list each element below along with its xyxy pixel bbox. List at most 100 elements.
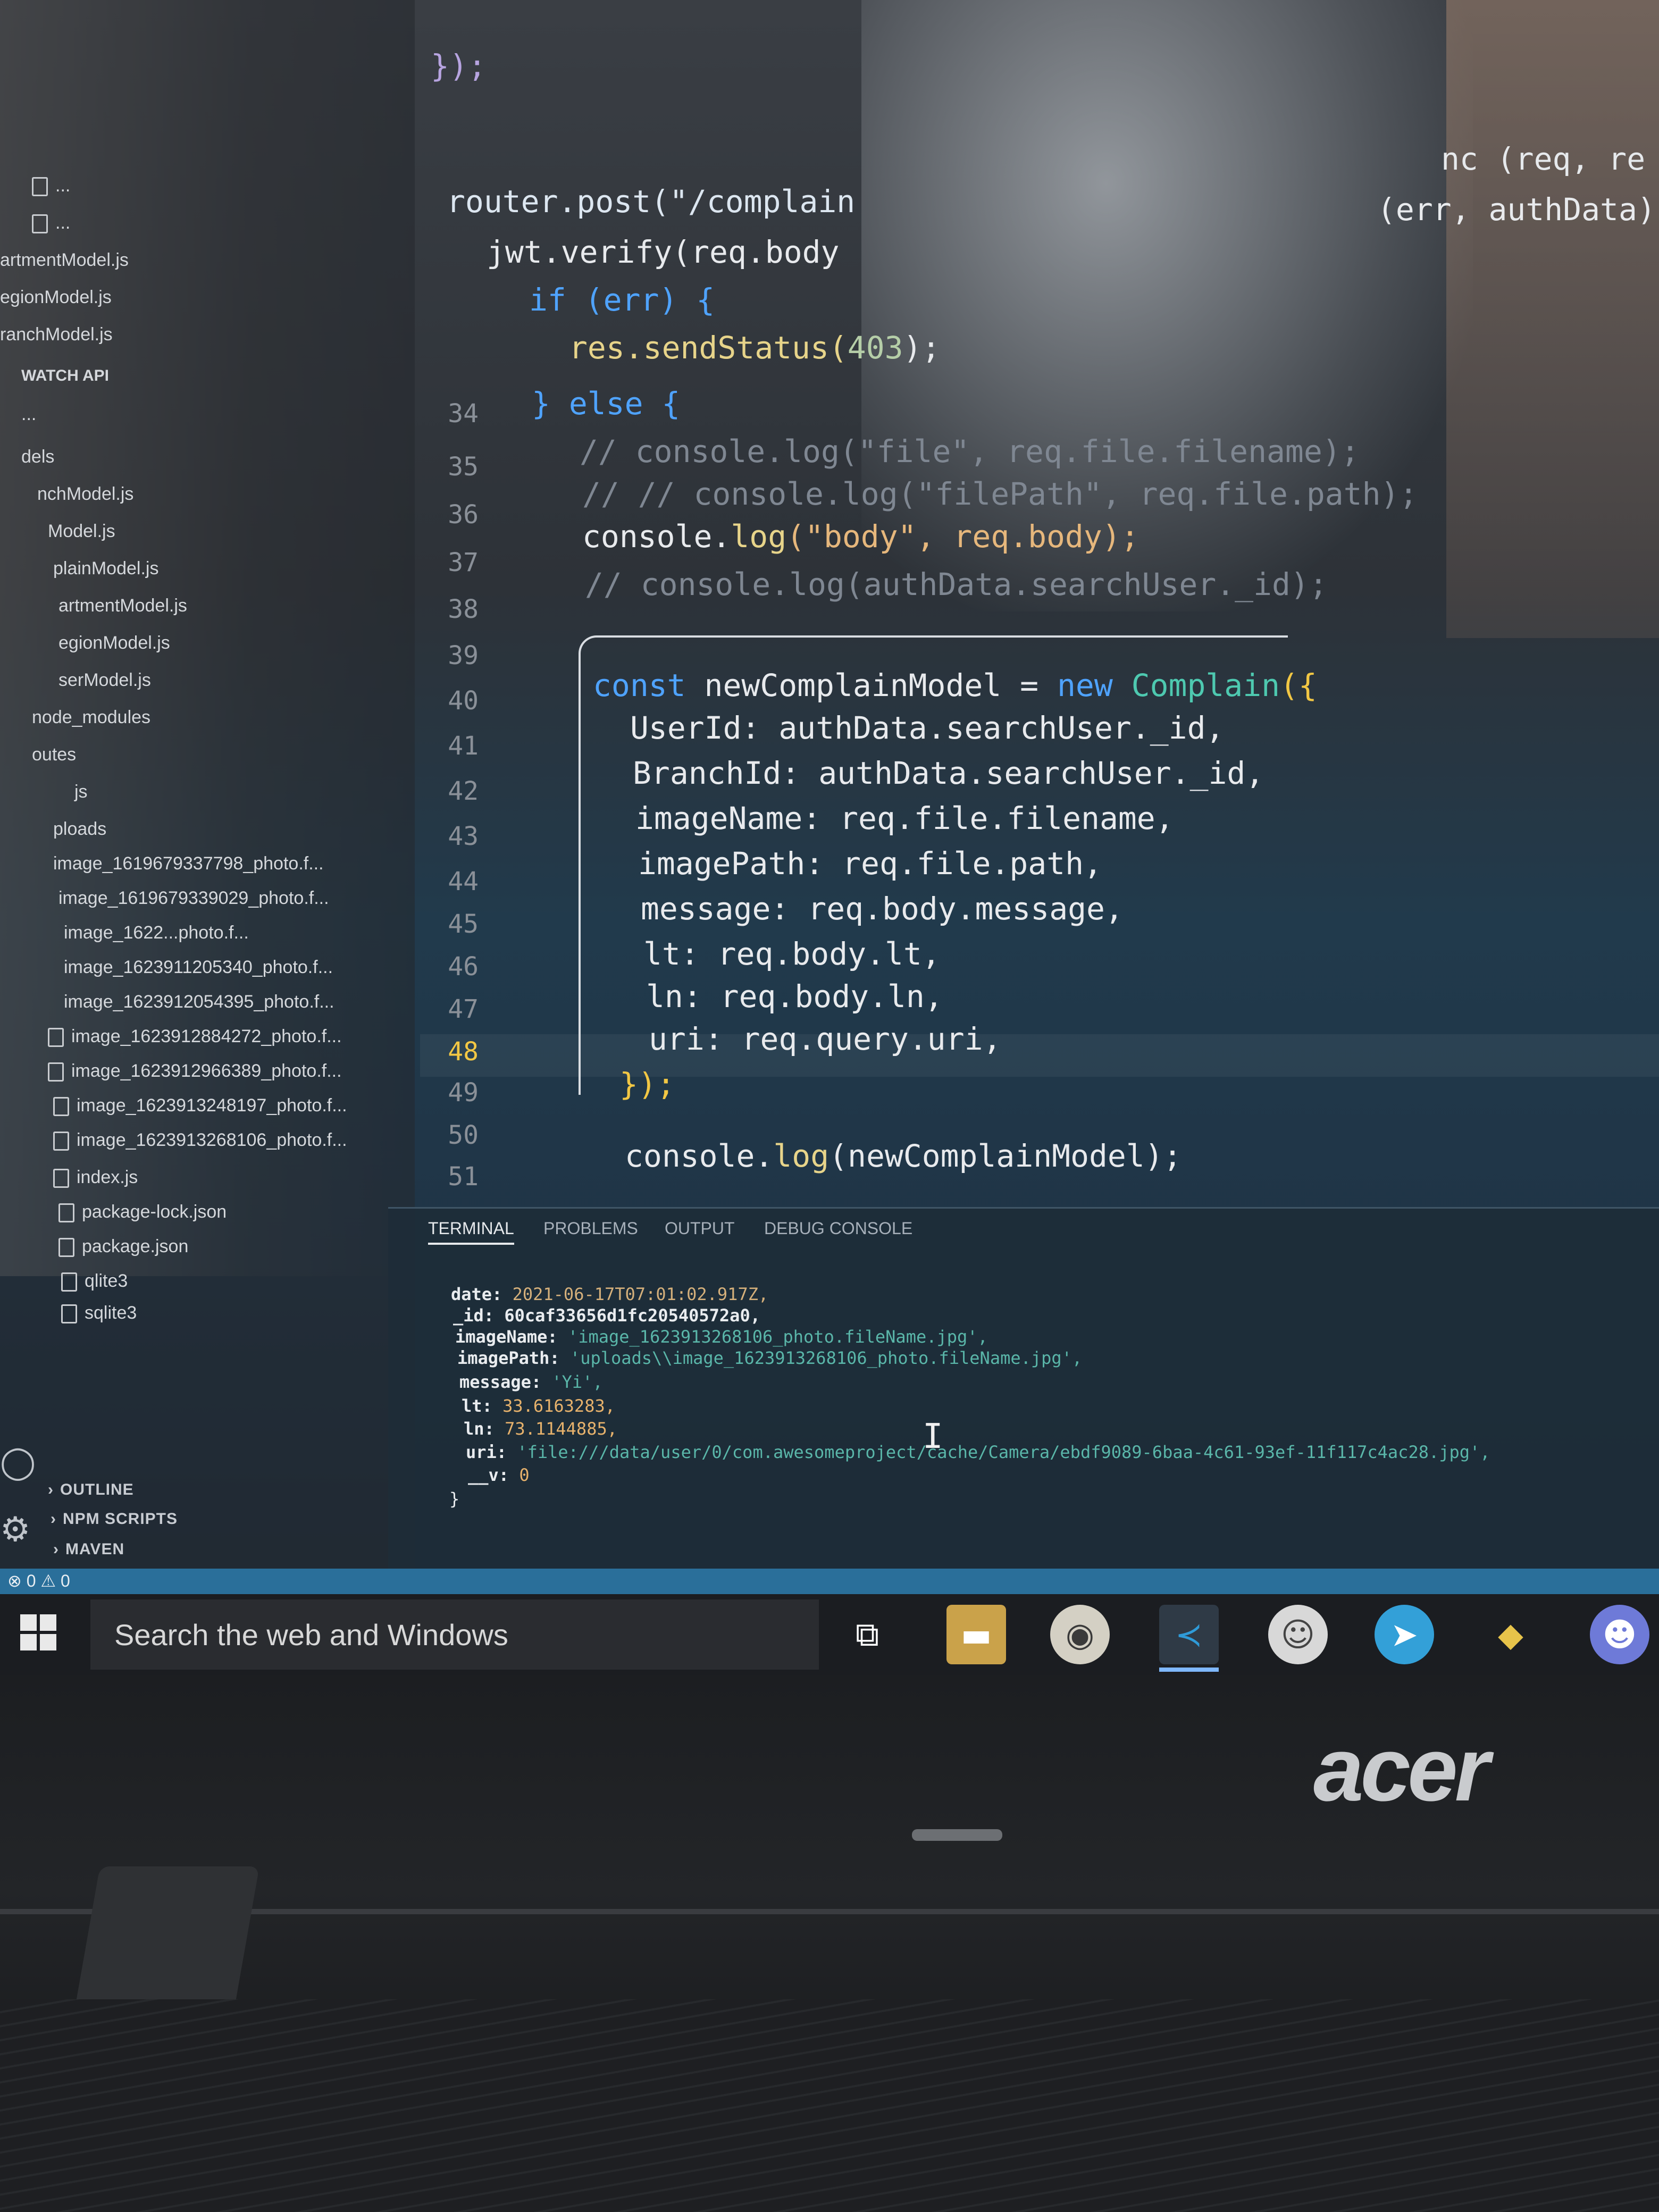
explorer-item[interactable]: ... [32, 175, 70, 197]
line-number: 38 [448, 594, 479, 624]
explorer-item[interactable]: image_1623913248197_photo.f... [53, 1095, 347, 1117]
file-explorer-icon[interactable]: ▬ [946, 1605, 1006, 1664]
explorer-folder[interactable]: node_modules [32, 707, 150, 728]
explorer-item[interactable]: nchModel.js [37, 484, 133, 505]
task-view-icon[interactable]: ⧉ [837, 1605, 897, 1664]
line-number: 42 [448, 776, 479, 806]
chat-app-icon[interactable]: ☺ [1268, 1605, 1328, 1664]
tab-problems[interactable]: PROBLEMS [543, 1219, 638, 1238]
explorer-item[interactable]: egionModel.js [58, 633, 170, 653]
maven-section[interactable]: › MAVEN [53, 1540, 124, 1559]
code-line: UserId: authData.searchUser._id, [630, 710, 1225, 746]
line-number: 36 [448, 500, 479, 530]
explorer-item[interactable]: image_1623911205340_photo.f... [64, 957, 333, 978]
explorer-item[interactable]: image_1623912054395_photo.f... [64, 992, 334, 1012]
explorer-folder[interactable]: dels [21, 447, 54, 467]
account-icon[interactable]: ◯ [0, 1444, 36, 1481]
code-line: res.sendStatus(403); [569, 330, 941, 366]
chevron-right-icon: › [48, 1481, 54, 1498]
status-bar [0, 1569, 1659, 1594]
tab-terminal[interactable]: TERMINAL [428, 1219, 514, 1245]
explorer-item[interactable]: image_1623912966389_photo.f... [48, 1061, 342, 1082]
explorer-folder[interactable]: ploads [53, 819, 106, 840]
explorer-item[interactable]: artmentModel.js [0, 250, 129, 271]
explorer-item[interactable]: qlite3 [61, 1271, 128, 1292]
code-comment: // console.log("file", req.file.filename… [580, 433, 1360, 470]
code-line: imagePath: req.file.path, [638, 845, 1102, 882]
code-line: BranchId: authData.searchUser._id, [633, 755, 1264, 791]
chevron-right-icon: › [51, 1510, 56, 1528]
code-line: const newComplainModel = new Complain({ [593, 667, 1317, 703]
tab-output[interactable]: OUTPUT [665, 1219, 735, 1238]
active-app-indicator [1159, 1668, 1219, 1672]
chevron-right-icon: › [53, 1540, 59, 1558]
problems-status[interactable]: ⊗ 0 ⚠ 0 [7, 1571, 70, 1591]
tab-debug-console[interactable]: DEBUG CONSOLE [764, 1219, 912, 1238]
explorer-folder[interactable]: outes [32, 744, 76, 765]
code-line: uri: req.query.uri, [649, 1021, 1002, 1057]
js-file-icon [53, 1169, 69, 1188]
code-line-fragment: nc (req, re [1441, 141, 1646, 177]
text-cursor-icon: I [923, 1417, 943, 1456]
code-line: if (err) { [529, 282, 715, 318]
json-file-icon [58, 1203, 74, 1223]
line-number: 40 [448, 686, 479, 716]
explorer-item[interactable]: image_1622...photo.f... [64, 923, 249, 943]
explorer-item[interactable]: image_1623912884272_photo.f... [48, 1026, 342, 1048]
search-placeholder: Search the web and Windows [114, 1618, 508, 1652]
line-number: 34 [448, 399, 479, 429]
explorer-item[interactable]: index.js [53, 1167, 138, 1188]
npm-scripts-section[interactable]: › NPM SCRIPTS [51, 1510, 178, 1528]
explorer-item[interactable]: package-lock.json [58, 1202, 227, 1223]
explorer-item[interactable]: Model.js [48, 521, 115, 542]
code-line: }); [431, 48, 487, 84]
brand-logo: acer [1313, 1719, 1490, 1820]
chrome-icon[interactable]: ◉ [1050, 1605, 1110, 1664]
code-line: jwt.verify(req.body [487, 234, 840, 270]
explorer-item[interactable]: ranchModel.js [0, 324, 113, 345]
file-icon [61, 1304, 77, 1324]
binance-icon[interactable]: ◆ [1481, 1605, 1540, 1664]
line-number: 45 [448, 909, 479, 939]
code-comment: // console.log(authData.searchUser._id); [585, 566, 1328, 602]
explorer-item[interactable]: js [74, 782, 88, 802]
settings-gear-icon[interactable]: ⚙ [0, 1510, 30, 1549]
explorer-item[interactable]: serModel.js [58, 670, 151, 691]
explorer-sidebar: ... ... artmentModel.js egionModel.js ra… [0, 0, 415, 1569]
line-number: 41 [448, 731, 479, 761]
image-file-icon [48, 1062, 64, 1082]
explorer-item[interactable]: egionModel.js [0, 287, 112, 308]
file-icon [61, 1272, 77, 1292]
js-file-icon [32, 177, 48, 197]
code-line: message: req.body.message, [641, 891, 1124, 927]
discord-icon[interactable]: ☻ [1590, 1605, 1649, 1664]
explorer-item[interactable]: image_1619679337798_photo.f... [53, 853, 324, 874]
code-line: }); [619, 1066, 675, 1102]
outline-section[interactable]: › OUTLINE [48, 1481, 134, 1499]
line-number: 47 [448, 994, 479, 1024]
explorer-item[interactable]: package.json [58, 1236, 188, 1258]
explorer-item[interactable]: artmentModel.js [58, 596, 187, 616]
explorer-item[interactable]: ... [21, 404, 36, 425]
code-comment: // // console.log("filePath", req.file.p… [582, 476, 1418, 512]
telegram-icon[interactable]: ➤ [1375, 1605, 1434, 1664]
explorer-folder-root[interactable]: WATCH API [21, 367, 109, 385]
code-line: ln: req.body.ln, [646, 978, 943, 1015]
explorer-item[interactable]: ... [32, 213, 70, 234]
line-number: 44 [448, 867, 479, 896]
code-line: imageName: req.file.filename, [635, 800, 1174, 836]
code-line: } else { [532, 386, 681, 422]
explorer-item[interactable]: image_1619679339029_photo.f... [58, 888, 329, 909]
explorer-item[interactable]: plainModel.js [53, 558, 158, 579]
json-file-icon [58, 1238, 74, 1258]
explorer-item[interactable]: image_1623913268106_photo.f... [53, 1130, 347, 1151]
bezel-notch [912, 1829, 1002, 1841]
vscode-icon[interactable]: ≺ [1159, 1605, 1219, 1664]
line-number: 43 [448, 822, 479, 851]
line-number-active: 48 [448, 1037, 479, 1067]
js-file-icon [32, 214, 48, 234]
image-file-icon [53, 1132, 69, 1151]
explorer-item[interactable]: sqlite3 [61, 1303, 137, 1324]
keyboard-deck [0, 1999, 1659, 2212]
windows-start-icon[interactable] [20, 1614, 57, 1652]
